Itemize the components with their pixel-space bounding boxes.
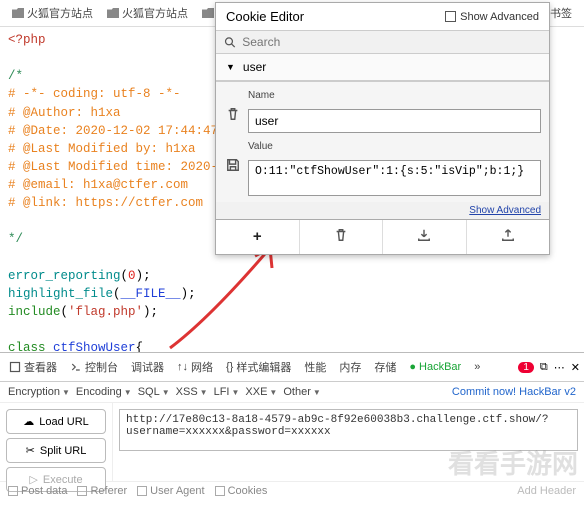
- export-button[interactable]: [467, 220, 550, 254]
- add-header-button[interactable]: Add Header: [517, 485, 576, 497]
- tab-debugger[interactable]: 调试器: [126, 356, 169, 378]
- tab-more[interactable]: »: [469, 358, 485, 376]
- check-referer[interactable]: Referer: [77, 485, 127, 497]
- check-cookies[interactable]: Cookies: [215, 485, 268, 497]
- dd-lfi[interactable]: LFI▼: [214, 386, 240, 398]
- load-url-button[interactable]: ☁Load URL: [6, 409, 106, 434]
- show-advanced-link[interactable]: Show Advanced: [216, 202, 549, 219]
- dd-xss[interactable]: XSS▼: [176, 386, 208, 398]
- error-badge[interactable]: 1: [518, 362, 534, 373]
- cookie-editor-title: Cookie Editor: [226, 9, 304, 24]
- value-label: Value: [248, 141, 541, 152]
- dock-icon[interactable]: ⧉: [540, 361, 548, 374]
- cookie-search[interactable]: [216, 31, 549, 54]
- inspector-icon: [9, 361, 21, 373]
- bookmark-tab[interactable]: 火狐官方站点: [6, 3, 99, 23]
- check-useragent[interactable]: User Agent: [137, 485, 204, 497]
- delete-all-button[interactable]: [300, 220, 384, 254]
- url-input[interactable]: [119, 409, 578, 451]
- cookie-item-name[interactable]: user: [243, 60, 266, 74]
- tab-network[interactable]: ↑↓网络: [172, 356, 218, 378]
- devtools-panel: 查看器 控制台 调试器 ↑↓网络 {}样式编辑器 性能 内存 存储 ● Hack…: [0, 352, 584, 500]
- dd-sql[interactable]: SQL▼: [138, 386, 170, 398]
- dd-encoding[interactable]: Encoding▼: [76, 386, 132, 398]
- dd-other[interactable]: Other▼: [283, 386, 320, 398]
- trash-icon[interactable]: [224, 107, 242, 133]
- menu-icon[interactable]: ⋯: [554, 361, 565, 374]
- folder-icon: [202, 8, 214, 18]
- code-line: highlight_file(__FILE__);: [8, 285, 576, 303]
- code-line: include('flag.php');: [8, 303, 576, 321]
- name-label: Name: [248, 90, 541, 101]
- tab-performance[interactable]: 性能: [299, 356, 331, 378]
- tab-hackbar[interactable]: ● HackBar: [404, 358, 466, 376]
- cloud-icon: ☁: [23, 415, 34, 428]
- tab-storage[interactable]: 存储: [369, 356, 401, 378]
- folder-icon: [107, 8, 119, 18]
- search-icon: [224, 36, 236, 49]
- tab-memory[interactable]: 内存: [334, 356, 366, 378]
- cookie-name-input[interactable]: [248, 109, 541, 133]
- tab-styles[interactable]: {}样式编辑器: [221, 356, 296, 378]
- tab-console[interactable]: 控制台: [65, 356, 123, 378]
- console-icon: [70, 361, 82, 373]
- commit-link[interactable]: Commit now! HackBar v2: [452, 386, 576, 398]
- show-advanced-check[interactable]: Show Advanced: [445, 11, 539, 23]
- add-cookie-button[interactable]: +: [216, 220, 300, 254]
- chevron-down-icon[interactable]: ▼: [226, 62, 235, 72]
- dd-xxe[interactable]: XXE▼: [245, 386, 277, 398]
- tab-inspector[interactable]: 查看器: [4, 356, 62, 378]
- bookmark-tab[interactable]: 火狐官方站点: [101, 3, 194, 23]
- hackbar-menu: Encryption▼ Encoding▼ SQL▼ XSS▼ LFI▼ XXE…: [0, 382, 584, 403]
- dd-encryption[interactable]: Encryption▼: [8, 386, 70, 398]
- check-postdata[interactable]: Post data: [8, 485, 67, 497]
- cookie-value-input[interactable]: [248, 160, 541, 196]
- search-input[interactable]: [242, 35, 541, 49]
- cookie-editor-panel: Cookie Editor Show Advanced ▼ user Name …: [215, 2, 550, 255]
- folder-icon: [12, 8, 24, 18]
- scissors-icon: ✂: [26, 444, 35, 457]
- code-line: error_reporting(0);: [8, 267, 576, 285]
- import-button[interactable]: [383, 220, 467, 254]
- save-icon[interactable]: [224, 158, 242, 196]
- close-icon[interactable]: ✕: [571, 361, 580, 374]
- split-url-button[interactable]: ✂Split URL: [6, 438, 106, 463]
- devtools-tabs: 查看器 控制台 调试器 ↑↓网络 {}样式编辑器 性能 内存 存储 ● Hack…: [0, 353, 584, 382]
